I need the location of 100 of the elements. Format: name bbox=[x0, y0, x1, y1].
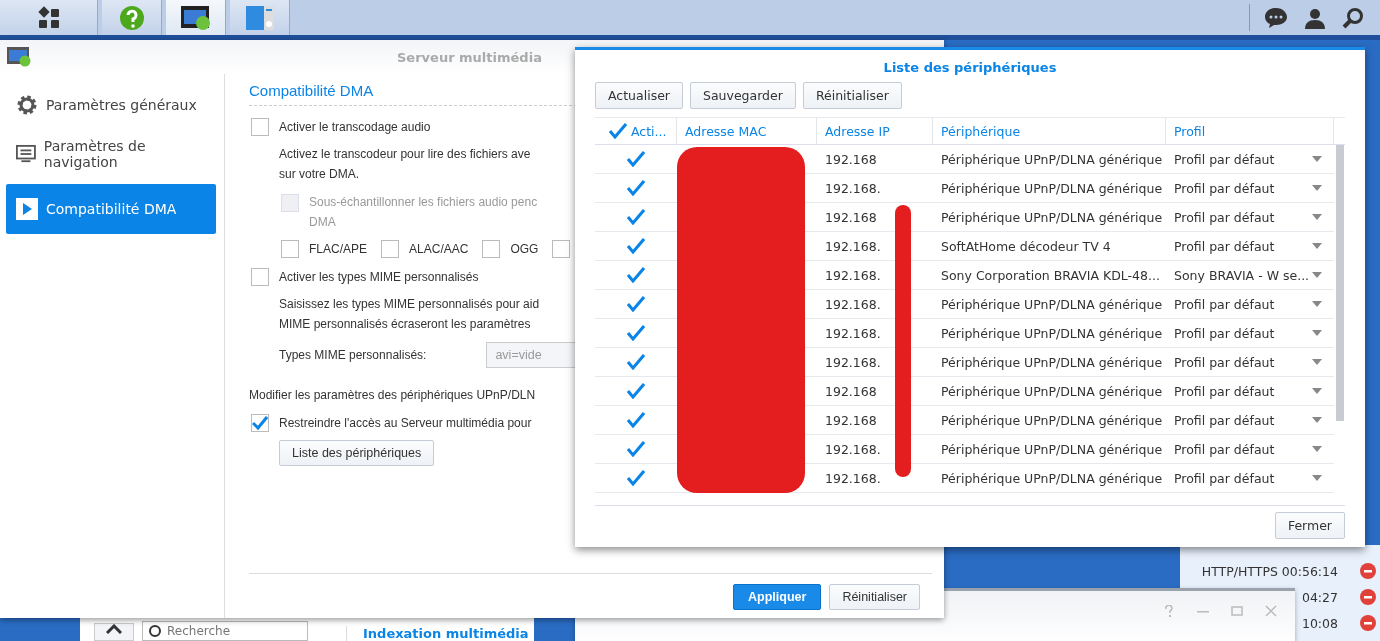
checkbox[interactable] bbox=[627, 383, 645, 399]
sidebar-item[interactable]: Paramètres généraux bbox=[6, 86, 216, 124]
checkbox[interactable] bbox=[627, 470, 645, 486]
checkbox[interactable] bbox=[482, 240, 501, 258]
toolbar-button[interactable]: Sauvegarder bbox=[690, 82, 796, 109]
checkbox[interactable] bbox=[627, 325, 645, 341]
table-cell: Périphérique UPnP/DLNA générique bbox=[941, 325, 1163, 341]
checkbox[interactable] bbox=[627, 267, 645, 283]
caret-icon bbox=[1312, 272, 1322, 278]
footer-button[interactable]: Appliquer bbox=[733, 584, 822, 610]
column-header[interactable]: Acti... bbox=[631, 123, 667, 139]
search-field[interactable]: Recherche bbox=[142, 621, 308, 641]
checkbox-label: ALAC/AAC bbox=[409, 242, 469, 256]
profile-dropdown[interactable]: Profil par défaut bbox=[1166, 348, 1334, 376]
column-header[interactable]: Adresse MAC bbox=[685, 123, 767, 139]
connection-text: HTTP/HTTPS 00:56:14 bbox=[1201, 563, 1338, 579]
table-cell: Périphérique UPnP/DLNA générique bbox=[941, 151, 1163, 167]
table-cell: 192.168. bbox=[825, 470, 881, 486]
profile-dropdown[interactable]: Profil par défaut bbox=[1166, 319, 1334, 347]
toolbar-button[interactable]: Réinitialiser bbox=[802, 82, 902, 109]
checkbox-label: FLAC/APE bbox=[309, 242, 368, 256]
help-icon bbox=[118, 4, 145, 31]
remove-icon[interactable] bbox=[1360, 563, 1376, 579]
caret-icon bbox=[1312, 388, 1322, 394]
checkbox-label: Activer les types MIME personnalisés bbox=[279, 270, 479, 284]
checkbox[interactable] bbox=[251, 414, 269, 432]
checkbox[interactable] bbox=[552, 240, 571, 258]
checkbox[interactable] bbox=[627, 354, 645, 370]
hint-text: Activez le transcodeur pour lire des fichiers ave sur votre DMA. bbox=[279, 146, 531, 183]
profile-dropdown[interactable]: Profil par défaut bbox=[1166, 377, 1334, 405]
column-header[interactable]: Adresse IP bbox=[825, 123, 890, 139]
table-cell: SoftAtHome décodeur TV 4 bbox=[941, 238, 1111, 254]
caret-icon bbox=[1312, 417, 1322, 423]
table-cell: Sony Corporation BRAVIA KDL-48... bbox=[941, 267, 1160, 283]
checkbox[interactable] bbox=[627, 238, 645, 254]
close-button[interactable]: Fermer bbox=[1274, 512, 1345, 539]
checkbox[interactable] bbox=[627, 412, 645, 428]
table-cell: 192.168. bbox=[825, 180, 881, 196]
remove-icon[interactable] bbox=[1360, 615, 1376, 631]
checkbox-label: Restreindre l'accès au Serveur multimédia pour bbox=[279, 416, 532, 430]
checkbox-label: Sous-échantillonner les fichiers audio penc DMA bbox=[309, 194, 538, 231]
table-cell: Périphérique UPnP/DLNA générique bbox=[941, 412, 1163, 428]
device-list-button[interactable]: Liste des périphériques bbox=[279, 440, 435, 466]
profile-dropdown[interactable]: Profil par défaut bbox=[1166, 145, 1334, 173]
taskbar-app-button[interactable] bbox=[0, 0, 98, 35]
field-label: Types MIME personnalisés: bbox=[279, 348, 427, 362]
checkbox[interactable] bbox=[609, 123, 627, 139]
table-cell: Périphérique UPnP/DLNA générique bbox=[941, 354, 1163, 370]
table-cell: Périphérique UPnP/DLNA générique bbox=[941, 296, 1163, 312]
checkbox[interactable] bbox=[627, 441, 645, 457]
profile-dropdown[interactable]: Profil par défaut bbox=[1166, 464, 1334, 492]
checkbox[interactable] bbox=[381, 240, 400, 258]
checkbox[interactable] bbox=[627, 296, 645, 312]
up-button[interactable] bbox=[94, 623, 134, 641]
user-icon[interactable] bbox=[1304, 6, 1326, 29]
profile-dropdown[interactable]: Profil par défaut bbox=[1166, 203, 1334, 231]
profile-dropdown[interactable]: Profil par défaut bbox=[1166, 174, 1334, 202]
profile-dropdown[interactable]: Sony BRAVIA - W se... bbox=[1166, 261, 1334, 289]
column-header[interactable]: Profil bbox=[1174, 123, 1206, 139]
caret-icon bbox=[1312, 185, 1322, 191]
caret-icon bbox=[1312, 475, 1322, 481]
chat-icon[interactable] bbox=[1264, 6, 1288, 29]
profile-dropdown[interactable]: Profil par défaut bbox=[1166, 232, 1334, 260]
window-tab[interactable]: Indexation multimédia bbox=[346, 626, 529, 641]
table-cell: Périphérique UPnP/DLNA générique bbox=[941, 470, 1163, 486]
table-cell: 192.168. bbox=[825, 325, 881, 341]
caret-icon bbox=[1312, 359, 1322, 365]
control-panel-icon bbox=[244, 4, 275, 31]
toolbar-button[interactable]: Actualiser bbox=[595, 82, 683, 109]
search-icon[interactable] bbox=[1342, 6, 1364, 29]
checkbox[interactable] bbox=[281, 240, 299, 258]
window-title: Serveur multimédia bbox=[397, 49, 542, 65]
connection-text: 10:08 bbox=[1301, 615, 1338, 631]
grid-icon bbox=[36, 5, 61, 30]
remove-icon[interactable] bbox=[1360, 589, 1376, 605]
table-cell: Périphérique UPnP/DLNA générique bbox=[941, 441, 1163, 457]
taskbar-app-button[interactable] bbox=[166, 0, 226, 35]
scrollbar[interactable] bbox=[1336, 145, 1344, 421]
checkbox[interactable] bbox=[251, 118, 269, 136]
checkbox[interactable] bbox=[627, 151, 645, 167]
checkbox-label: OGG bbox=[510, 242, 539, 256]
checkbox[interactable] bbox=[251, 268, 269, 286]
list-icon bbox=[16, 144, 36, 164]
search-icon bbox=[148, 624, 162, 638]
table-cell: Périphérique UPnP/DLNA générique bbox=[941, 180, 1163, 196]
checkbox-label: Activer le transcodage audio bbox=[279, 120, 431, 134]
table-cell: Périphérique UPnP/DLNA générique bbox=[941, 209, 1163, 225]
sidebar-item[interactable]: Compatibilité DMA bbox=[6, 184, 216, 234]
column-header[interactable]: Périphérique bbox=[941, 123, 1021, 139]
sidebar-item[interactable]: Paramètres de navigation bbox=[6, 130, 216, 178]
footer-button[interactable]: Réinitialiser bbox=[829, 584, 920, 610]
section-text: Modifier les paramètres des périphériques UPnP/DLN bbox=[249, 388, 536, 402]
profile-dropdown[interactable]: Profil par défaut bbox=[1166, 406, 1334, 434]
profile-dropdown[interactable]: Profil par défaut bbox=[1166, 435, 1334, 463]
checkbox[interactable] bbox=[627, 209, 645, 225]
checkbox[interactable] bbox=[627, 180, 645, 196]
table-cell: 192.168 bbox=[825, 151, 877, 167]
caret-icon bbox=[1312, 330, 1322, 336]
table-cell: 192.168 bbox=[825, 383, 877, 399]
profile-dropdown[interactable]: Profil par défaut bbox=[1166, 290, 1334, 318]
